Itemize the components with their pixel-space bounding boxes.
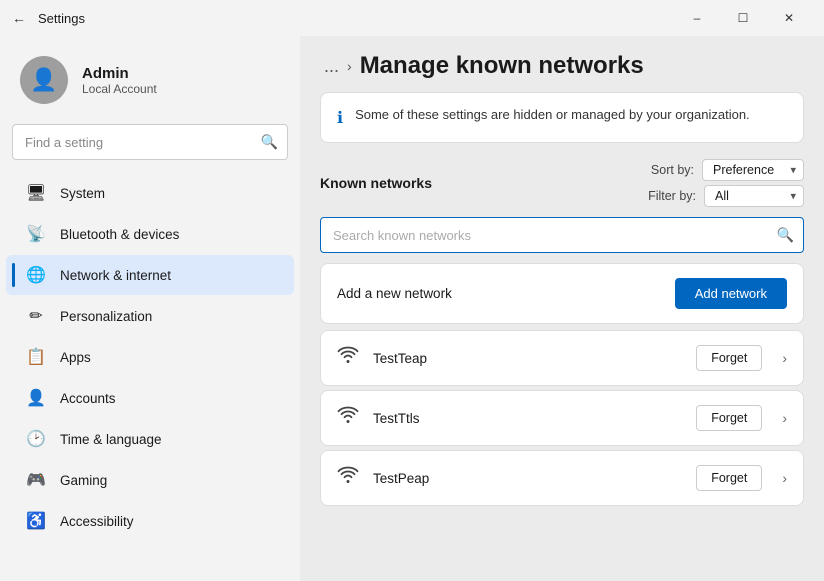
personalization-icon: ✏ [26, 306, 46, 326]
network-search-input[interactable] [320, 217, 804, 253]
wifi-icon [337, 466, 359, 490]
sidebar: 👤 Admin Local Account 🔍 🖥 System 📡 Bluetoot… [0, 36, 300, 581]
wifi-icon [337, 346, 359, 370]
sort-by-wrapper: PreferenceNameDate [702, 159, 804, 181]
network-item: TestPeap Forget › [320, 450, 804, 506]
user-info: Admin Local Account [82, 65, 157, 96]
info-text: Some of these settings are hidden or man… [355, 107, 750, 122]
accessibility-label: Accessibility [60, 514, 134, 529]
title-bar: ← Settings – ☐ ✕ [0, 0, 824, 36]
network-item: TestTtls Forget › [320, 390, 804, 446]
accessibility-icon: ♿ [26, 511, 46, 531]
sort-by-select[interactable]: PreferenceNameDate [702, 159, 804, 181]
apps-icon: 📋 [26, 347, 46, 367]
user-sub: Local Account [82, 82, 157, 96]
system-label: System [60, 186, 105, 201]
network-name: TestTtls [373, 411, 682, 426]
sort-filter-row: Sort by: PreferenceNameDate Filter by: A… [648, 159, 804, 207]
forget-button[interactable]: Forget [696, 345, 762, 371]
filter-by-wrapper: AllWi-FiEthernet [704, 185, 804, 207]
chevron-right-icon[interactable]: › [782, 410, 787, 426]
gaming-icon: 🎮 [26, 470, 46, 490]
filter-by-label: Filter by: [648, 189, 696, 203]
user-profile: 👤 Admin Local Account [0, 36, 300, 120]
system-icon: 🖥 [26, 183, 46, 203]
bluetooth-icon: 📡 [26, 224, 46, 244]
accounts-label: Accounts [60, 391, 116, 406]
app-body: 👤 Admin Local Account 🔍 🖥 System 📡 Bluetoot… [0, 36, 824, 581]
forget-button[interactable]: Forget [696, 405, 762, 431]
sidebar-item-system[interactable]: 🖥 System [6, 173, 294, 213]
filter-by-row: Filter by: AllWi-FiEthernet [648, 185, 804, 207]
bluetooth-label: Bluetooth & devices [60, 227, 179, 242]
title-bar-controls: – ☐ ✕ [674, 0, 812, 36]
network-label: Network & internet [60, 268, 171, 283]
title-bar-title: Settings [38, 11, 85, 26]
network-item: TestTeap Forget › [320, 330, 804, 386]
time-icon: 🕑 [26, 429, 46, 449]
sidebar-item-accessibility[interactable]: ♿ Accessibility [6, 501, 294, 541]
time-label: Time & language [60, 432, 162, 447]
personalization-label: Personalization [60, 309, 152, 324]
chevron-right-icon[interactable]: › [782, 470, 787, 486]
add-network-button[interactable]: Add network [675, 278, 787, 309]
minimize-button[interactable]: – [674, 0, 720, 36]
sidebar-item-time[interactable]: 🕑 Time & language [6, 419, 294, 459]
sidebar-item-bluetooth[interactable]: 📡 Bluetooth & devices [6, 214, 294, 254]
back-icon[interactable]: ← [12, 10, 26, 26]
network-list: TestTeap Forget › TestTtls Forget › TestPeap… [320, 330, 804, 506]
network-name: TestPeap [373, 471, 682, 486]
forget-button[interactable]: Forget [696, 465, 762, 491]
sidebar-item-personalization[interactable]: ✏ Personalization [6, 296, 294, 336]
networks-section: Known networks Sort by: PreferenceNameDa… [320, 159, 804, 510]
sidebar-item-accounts[interactable]: 👤 Accounts [6, 378, 294, 418]
page-title: Manage known networks [360, 52, 644, 80]
filter-by-select[interactable]: AllWi-FiEthernet [704, 185, 804, 207]
apps-label: Apps [60, 350, 91, 365]
title-bar-left: ← Settings [12, 10, 85, 26]
info-icon: ℹ [337, 108, 343, 128]
network-search-container: 🔍 [320, 217, 804, 253]
breadcrumb-dots[interactable]: ... [324, 56, 339, 77]
add-network-label: Add a new network [337, 286, 452, 301]
avatar: 👤 [20, 56, 68, 104]
search-container: 🔍 [12, 124, 288, 160]
network-name: TestTeap [373, 351, 682, 366]
content-header: ... › Manage known networks [300, 36, 824, 92]
add-network-row: Add a new network Add network [320, 263, 804, 324]
search-input[interactable] [12, 124, 288, 160]
close-button[interactable]: ✕ [766, 0, 812, 36]
sidebar-item-network[interactable]: 🌐 Network & internet [6, 255, 294, 295]
accounts-icon: 👤 [26, 388, 46, 408]
content-area: ... › Manage known networks ℹ Some of th… [300, 36, 824, 581]
maximize-button[interactable]: ☐ [720, 0, 766, 36]
networks-header: Known networks Sort by: PreferenceNameDa… [320, 159, 804, 207]
sort-by-label: Sort by: [651, 163, 694, 177]
user-name: Admin [82, 65, 157, 82]
avatar-icon: 👤 [30, 67, 57, 93]
sidebar-item-apps[interactable]: 📋 Apps [6, 337, 294, 377]
breadcrumb-arrow: › [347, 58, 352, 74]
gaming-label: Gaming [60, 473, 107, 488]
sort-by-row: Sort by: PreferenceNameDate [651, 159, 804, 181]
known-networks-label: Known networks [320, 175, 432, 191]
sidebar-item-gaming[interactable]: 🎮 Gaming [6, 460, 294, 500]
chevron-right-icon[interactable]: › [782, 350, 787, 366]
nav-list: 🖥 System 📡 Bluetooth & devices 🌐 Network & in… [0, 172, 300, 542]
info-banner: ℹ Some of these settings are hidden or m… [320, 92, 804, 143]
network-icon: 🌐 [26, 265, 46, 285]
wifi-icon [337, 406, 359, 430]
